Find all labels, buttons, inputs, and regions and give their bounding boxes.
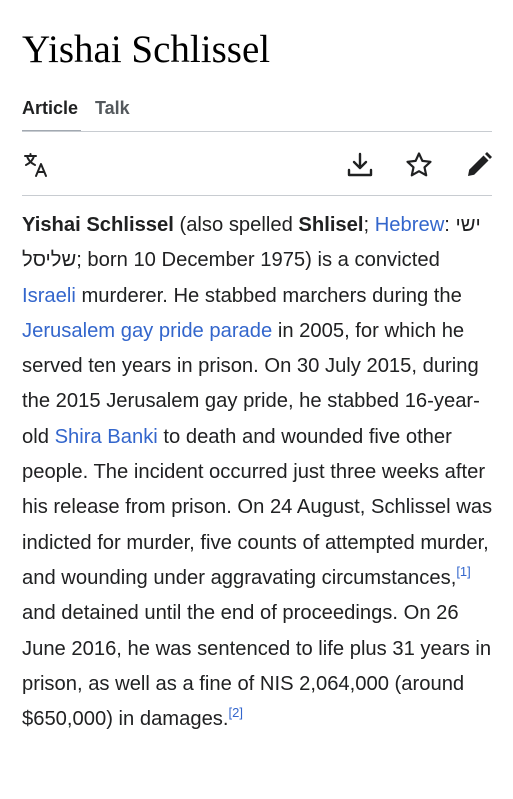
israeli-link[interactable]: Israeli <box>22 285 76 307</box>
subject-name: Yishai Schlissel <box>22 214 174 236</box>
download-icon[interactable] <box>345 150 375 180</box>
hebrew-link[interactable]: Hebrew <box>375 214 445 236</box>
toolbar-divider <box>22 195 492 196</box>
tabs-divider <box>22 131 492 132</box>
page-title: Yishai Schlissel <box>22 28 271 71</box>
lead-text: (also spelled <box>173 214 299 236</box>
jerusalem-gay-pride-link[interactable]: Jerusalem gay pride parade <box>22 320 272 342</box>
tab-article[interactable]: Article <box>22 94 82 132</box>
reference-2: [2] <box>229 705 243 720</box>
lead-text: and detained until the end of proceeding… <box>22 602 492 731</box>
reference-1: [1] <box>456 564 470 579</box>
article-lead-section: Yishai Schlissel (also spelled Shlisel ; … <box>22 208 494 737</box>
lead-text: : <box>444 214 456 236</box>
lead-text: murderer. He stabbed marchers during the <box>75 284 462 307</box>
reference-1-link[interactable]: [1] <box>456 564 470 579</box>
page-actions-toolbar <box>22 140 492 192</box>
lead-paragraph: Yishai Schlissel (also spelled Shlisel ; … <box>22 208 494 737</box>
star-icon[interactable] <box>404 150 434 180</box>
lead-text: to death and wounded five other people. … <box>22 425 493 589</box>
translate-icon[interactable] <box>22 150 52 180</box>
alternate-spelling: Shlisel <box>298 214 364 236</box>
reference-2-link[interactable]: [2] <box>229 705 243 720</box>
page-tabs: Article Talk <box>22 94 492 134</box>
lead-text: ; born 10 December 1975) is a convicted <box>76 249 440 272</box>
pencil-icon[interactable] <box>464 150 494 180</box>
tab-talk[interactable]: Talk <box>95 94 130 122</box>
shira-banki-link[interactable]: Shira Banki <box>55 426 158 448</box>
lead-text: ; <box>363 214 375 236</box>
